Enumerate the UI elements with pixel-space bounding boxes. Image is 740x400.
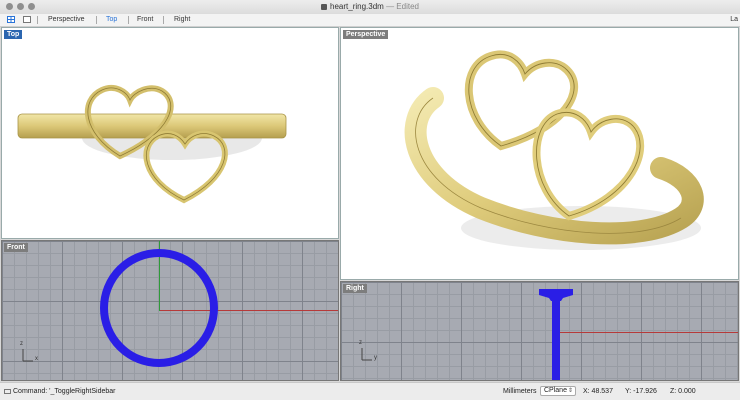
viewport-right[interactable]: y z Right	[340, 281, 739, 381]
viewport-label-top[interactable]: Top	[4, 30, 23, 39]
viewport-label-front[interactable]: Front	[4, 243, 28, 252]
four-viewports-icon[interactable]	[7, 16, 15, 23]
viewport-tab-bar: Perspective Top Front Right La	[0, 14, 740, 27]
window-title-filename: heart_ring.3dm	[330, 2, 384, 11]
toolbar-overflow-label[interactable]: La	[730, 15, 738, 25]
cursor-y-readout: Y: -17.926	[625, 388, 657, 395]
band-profile-selected	[552, 300, 560, 380]
back-heart-3d	[464, 50, 579, 151]
toolbar-divider	[37, 16, 38, 24]
command-line[interactable]: Command: '_ToggleRightSidebar	[13, 387, 116, 397]
rhino-window: heart_ring.3dm — Edited Perspective Top …	[0, 0, 740, 400]
tab-top[interactable]: Top	[106, 15, 117, 25]
perspective-render	[404, 50, 704, 250]
toolbar-divider	[128, 16, 129, 24]
axis-triad-x: x	[35, 356, 38, 362]
viewport-label-right[interactable]: Right	[343, 284, 367, 293]
command-history-icon[interactable]	[4, 389, 11, 394]
cursor-x-readout: X: 48.537	[583, 388, 613, 395]
window-title-status: — Edited	[386, 2, 419, 11]
axis-triad-z: z	[20, 341, 23, 347]
viewport-label-perspective[interactable]: Perspective	[343, 30, 389, 39]
cplane-select[interactable]: CPlane ⇕	[540, 386, 576, 396]
toolbar-divider	[96, 16, 97, 24]
tab-front[interactable]: Front	[137, 15, 153, 25]
tab-right[interactable]: Right	[174, 15, 190, 25]
single-viewport-icon[interactable]	[23, 16, 31, 23]
front-heart-3d	[532, 108, 645, 221]
units-indicator[interactable]: Millimeters	[503, 387, 536, 397]
viewport-top[interactable]: Top	[1, 27, 339, 239]
toolbar-divider	[163, 16, 164, 24]
axis-triad-z: z	[359, 340, 362, 346]
right-view-geometry	[361, 289, 573, 380]
ring-circle-selected	[100, 249, 218, 367]
title-bar: heart_ring.3dm — Edited	[0, 0, 740, 15]
viewport-front[interactable]: x z Front	[1, 240, 339, 381]
front-view-geometry	[22, 249, 218, 367]
heart-profile-selected	[539, 289, 573, 301]
axis-triad-y: y	[374, 355, 377, 361]
cplane-value: CPlane	[544, 387, 567, 394]
viewport-perspective[interactable]: Perspective	[340, 27, 739, 280]
top-view-render	[17, 84, 287, 204]
chevron-updown-icon: ⇕	[567, 388, 573, 394]
status-bar: Command: '_ToggleRightSidebar Millimeter…	[0, 382, 740, 400]
tab-perspective[interactable]: Perspective	[48, 15, 85, 25]
cursor-z-readout: Z: 0.000	[670, 388, 696, 395]
window-title: heart_ring.3dm — Edited	[0, 1, 740, 13]
document-icon	[321, 3, 328, 10]
